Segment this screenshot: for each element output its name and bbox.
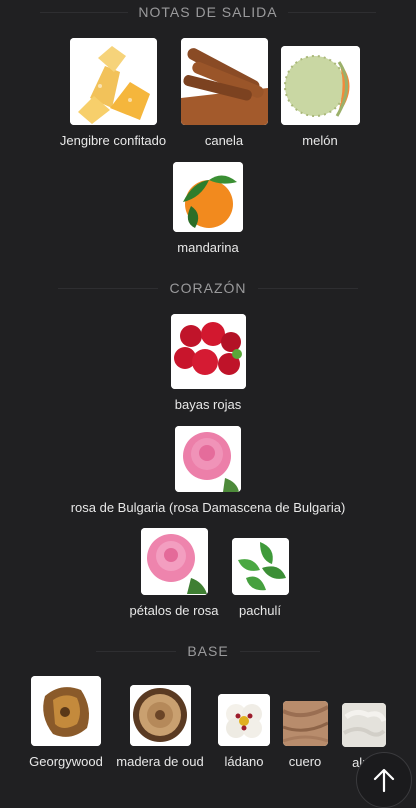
scroll-to-top-button[interactable] [356,752,412,808]
bayas-image [170,314,246,389]
jengibre-image [69,38,157,125]
cuero-image [282,701,328,746]
rosa-bulgaria-image [175,426,241,492]
note-cuero[interactable]: cuero [276,701,334,769]
divider [240,651,320,652]
note-label: ládano [224,754,264,769]
note-label: bayas rojas [174,397,242,412]
georgywood-image [31,676,101,746]
note-label: melón [302,133,338,148]
note-label: Georgywood [29,754,103,769]
note-oud[interactable]: madera de oud [112,685,208,769]
petalos-image [140,528,208,595]
note-label: mandarina [177,240,239,255]
note-label: pachulí [239,603,281,618]
note-label: madera de oud [116,754,204,769]
note-melon[interactable]: melón [270,46,370,148]
note-mandarina[interactable]: mandarina [158,162,258,255]
section-title-base: BASE [187,643,229,659]
mandarina-image [173,162,243,232]
pachuli-image [231,538,289,595]
note-georgywood[interactable]: Georgywood [22,676,110,769]
divider [258,288,358,289]
note-pachuli[interactable]: pachulí [220,538,300,618]
note-bayas[interactable]: bayas rojas [158,314,258,412]
oud-image [129,685,191,746]
arrow-up-icon [372,767,396,798]
note-label: pétalos de rosa [129,603,219,618]
divider [288,12,376,13]
melon-image [280,46,360,125]
note-petalos[interactable]: pétalos de rosa [124,528,224,618]
note-label: cuero [288,754,322,769]
note-canela[interactable]: canela [168,38,280,148]
note-rosa-bulgaria[interactable]: rosa de Bulgaria (rosa Damascena de Bulg… [58,426,358,515]
note-ladano[interactable]: ládano [210,694,278,769]
note-label: rosa de Bulgaria (rosa Damascena de Bulg… [70,500,346,515]
ladano-image [218,694,270,746]
note-label: canela [204,133,244,148]
note-label: Jengibre confitado [59,133,167,148]
almizcle-image [342,703,386,747]
note-jengibre[interactable]: Jengibre confitado [48,38,178,148]
canela-image [180,38,268,125]
